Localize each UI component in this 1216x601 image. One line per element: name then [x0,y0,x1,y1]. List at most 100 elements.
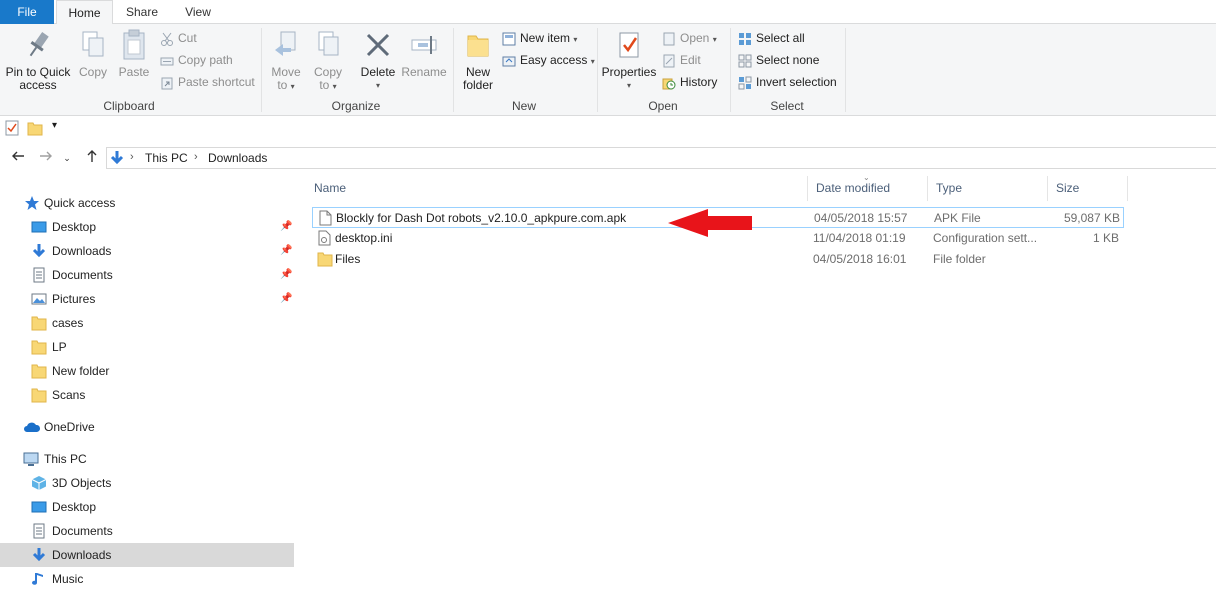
move-to-button[interactable]: Move to ▾ [268,28,304,93]
column-header-size[interactable]: Size [1048,176,1128,201]
nav-item-pictures[interactable]: Pictures 📌 [0,287,294,311]
properties-small-icon[interactable] [5,120,19,139]
pin-to-quick-access-button[interactable]: Pin to Quick access [2,28,74,92]
desktop-icon [31,219,47,235]
tab-share[interactable]: Share [118,0,166,24]
nav-quick-access[interactable]: Quick access [0,191,294,215]
pin-icon[interactable]: 📌 [280,287,292,311]
back-arrow-icon[interactable] [8,148,28,168]
invert-selection-icon [738,75,756,90]
column-header-name[interactable]: Name [306,176,808,201]
new-item-icon [502,31,520,46]
file-date: 04/05/2018 15:57 [814,211,908,225]
properties-dropdown-icon: ▾ [626,81,631,90]
file-name: Files [335,252,361,266]
folder-icon [31,387,47,403]
nav-label: Quick access [44,196,116,210]
nav-label: This PC [44,452,87,466]
tab-home[interactable]: Home [56,0,113,25]
recent-locations-chevron-icon[interactable]: ⌄ [60,148,74,168]
nav-item-music[interactable]: Music [0,567,294,591]
delete-x-icon [358,28,398,66]
tab-file[interactable]: File [0,0,54,24]
copy-to-button[interactable]: Copy to ▾ [310,28,346,93]
file-type: Configuration sett... [933,231,1038,245]
nav-label: Desktop [52,220,97,234]
folder-icon [31,363,47,379]
column-header-type[interactable]: Type [928,176,1048,201]
rename-label: Rename [401,65,447,79]
nav-onedrive[interactable]: OneDrive [0,415,294,439]
invert-selection-button[interactable]: Invert selection [738,72,837,92]
new-folder-icon [458,28,498,66]
pin-icon[interactable]: 📌 [280,239,292,263]
nav-item-lp[interactable]: LP [0,335,294,359]
delete-label: Delete [360,65,396,79]
new-folder-button[interactable]: New folder [458,28,498,92]
pin-label-line2: access [19,78,57,92]
nav-item-scans[interactable]: Scans [0,383,294,407]
pin-icon[interactable]: 📌 [280,215,292,239]
address-bar[interactable]: › This PC › Downloads [106,147,1216,169]
nav-label: Music [52,572,84,586]
pictures-icon [31,291,47,307]
breadcrumb-separator-icon[interactable]: › [194,151,198,163]
folder-icon [31,339,47,355]
new-folder-small-icon[interactable] [27,120,43,139]
nav-item-new-folder[interactable]: New folder [0,359,294,383]
cut-button[interactable]: Cut [160,28,197,48]
edit-button[interactable]: Edit [662,50,701,70]
pin-icon[interactable]: 📌 [280,263,292,287]
new-item-button[interactable]: New item ▾ [502,28,577,48]
delete-button[interactable]: Delete ▾ [358,28,398,92]
nav-item-3d-objects[interactable]: 3D Objects [0,471,294,495]
paste-button[interactable]: Paste [116,28,152,79]
delete-dropdown-icon: ▾ [375,81,380,90]
cloud-icon [23,419,41,435]
breadcrumb-separator-icon[interactable]: › [130,151,134,163]
copy-to-icon [310,28,346,66]
history-button[interactable]: History [662,72,717,92]
nav-item-desktop[interactable]: Desktop 📌 [0,215,294,239]
rename-button[interactable]: Rename [400,28,448,79]
sort-chevron-icon: ⌄ [863,173,870,182]
paste-shortcut-button[interactable]: Paste shortcut [160,72,255,92]
tab-view[interactable]: View [176,0,220,24]
paste-shortcut-icon [160,75,178,90]
folder-icon [31,315,47,331]
copy-path-button[interactable]: Copy path [160,50,233,70]
address-row: ⌄ › This PC › Downloads [0,144,1216,172]
nav-item-documents-pc[interactable]: Documents [0,519,294,543]
nav-item-downloads[interactable]: Downloads 📌 [0,239,294,263]
copy-icon [76,28,110,66]
pin-icon [2,28,74,66]
copy-path-icon [160,53,178,67]
forward-arrow-icon[interactable] [36,148,56,168]
file-date: 11/04/2018 01:19 [813,231,906,245]
properties-button[interactable]: Properties ▾ [601,28,657,92]
copy-label: Copy [78,65,107,79]
up-arrow-icon[interactable] [82,148,102,168]
breadcrumb-downloads[interactable]: Downloads [208,151,267,165]
easy-access-dropdown-icon: ▾ [590,57,595,66]
copy-button[interactable]: Copy [76,28,110,79]
annotation-arrow-icon [668,209,752,237]
ribbon-tab-strip: File Home Share View [0,0,1216,25]
open-button[interactable]: Open ▾ [662,28,717,48]
select-none-button[interactable]: Select none [738,50,819,70]
nav-item-cases[interactable]: cases [0,311,294,335]
rename-icon [400,28,448,66]
nav-label: Downloads [52,548,112,562]
breadcrumb-this-pc[interactable]: This PC [145,151,188,165]
file-row[interactable]: Files 04/05/2018 16:01 File folder [312,249,1124,270]
easy-access-button[interactable]: Easy access ▾ [502,50,595,70]
copy-to-label-line2: to ▾ [319,78,337,92]
select-all-label: Select all [756,31,805,45]
nav-item-downloads-pc[interactable]: Downloads [0,543,294,567]
nav-item-documents[interactable]: Documents 📌 [0,263,294,287]
customize-toolbar-dropdown-icon[interactable]: ▾ [52,120,57,131]
scissors-icon [160,31,178,46]
nav-item-desktop-pc[interactable]: Desktop [0,495,294,519]
select-all-button[interactable]: Select all [738,28,805,48]
nav-this-pc[interactable]: This PC [0,447,294,471]
